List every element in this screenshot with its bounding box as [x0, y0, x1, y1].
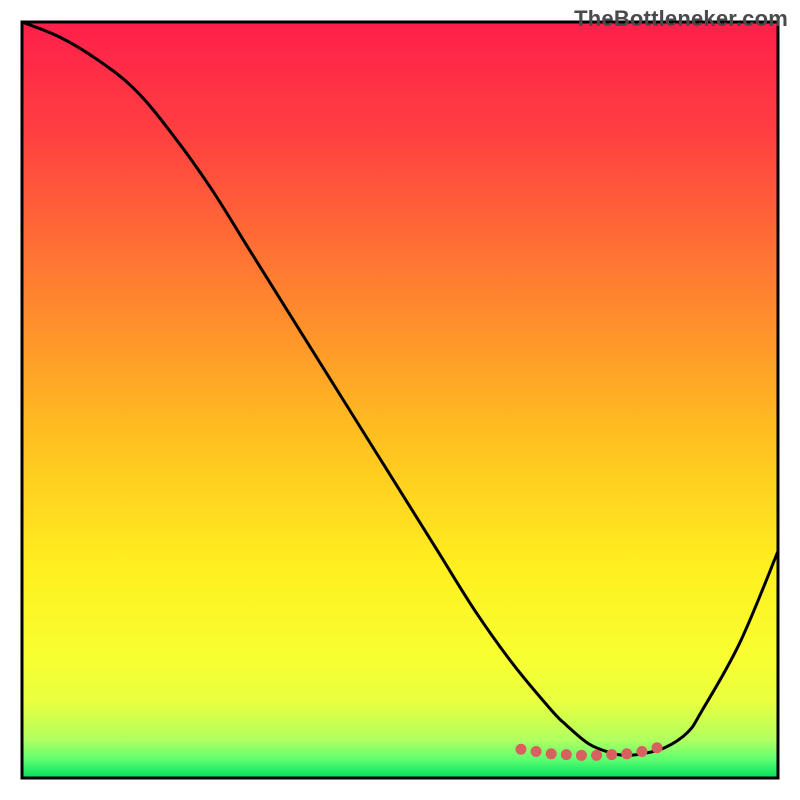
optimal-marker — [591, 750, 602, 761]
optimal-marker — [515, 744, 526, 755]
optimal-marker — [561, 749, 572, 760]
bottleneck-chart — [0, 0, 800, 800]
optimal-marker — [546, 748, 557, 759]
plot-background — [22, 22, 778, 778]
optimal-marker — [636, 746, 647, 757]
chart-container: TheBottleneker.com — [0, 0, 800, 800]
optimal-marker — [621, 748, 632, 759]
optimal-marker — [652, 742, 663, 753]
optimal-marker — [531, 746, 542, 757]
optimal-marker — [606, 749, 617, 760]
optimal-marker — [576, 750, 587, 761]
